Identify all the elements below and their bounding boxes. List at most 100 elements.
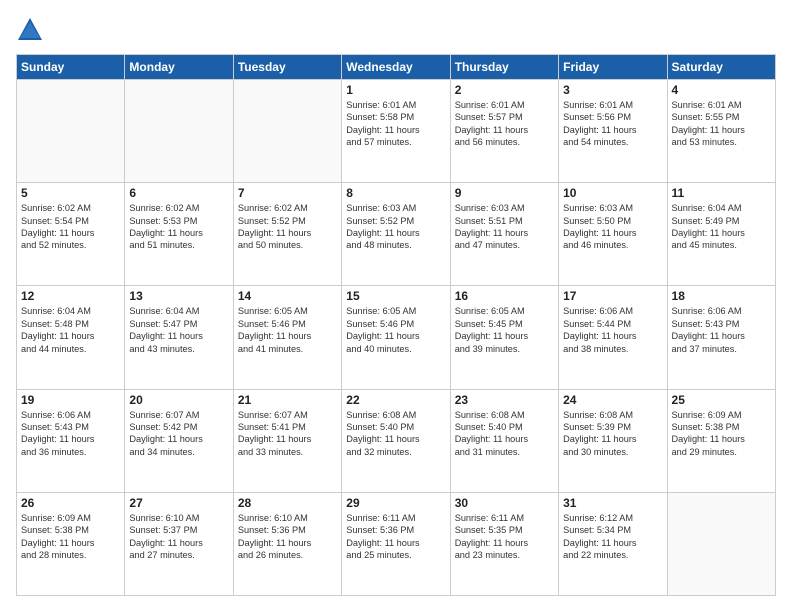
calendar-cell: 19 Sunrise: 6:06 AM Sunset: 5:43 PM Dayli… [17,389,125,492]
day-number: 28 [238,496,337,510]
calendar-cell: 12 Sunrise: 6:04 AM Sunset: 5:48 PM Dayli… [17,286,125,389]
calendar-cell: 18 Sunrise: 6:06 AM Sunset: 5:43 PM Dayli… [667,286,775,389]
day-info: Sunrise: 6:06 AM Sunset: 5:43 PM Dayligh… [672,305,771,355]
day-number: 26 [21,496,120,510]
day-number: 20 [129,393,228,407]
day-number: 14 [238,289,337,303]
calendar-cell: 27Sunrise: 6:10 AM Sunset: 5:37 PM Dayli… [125,492,233,595]
day-number: 16 [455,289,554,303]
day-info: Sunrise: 6:07 AM Sunset: 5:42 PM Dayligh… [129,409,228,459]
day-number: 6 [129,186,228,200]
day-info: Sunrise: 6:05 AM Sunset: 5:46 PM Dayligh… [238,305,337,355]
day-number: 12 [21,289,120,303]
day-number: 29 [346,496,445,510]
day-info: Sunrise: 6:12 AM Sunset: 5:34 PM Dayligh… [563,512,662,562]
calendar-cell: 30 Sunrise: 6:11 AM Sunset: 5:35 PM Dayli… [450,492,558,595]
logo-icon [16,16,44,44]
day-info: Sunrise: 6:05 AM Sunset: 5:45 PM Dayligh… [455,305,554,355]
day-info: Sunrise: 6:05 AM Sunset: 5:46 PM Dayligh… [346,305,445,355]
calendar-cell: 15 Sunrise: 6:05 AM Sunset: 5:46 PM Dayli… [342,286,450,389]
day-info: Sunrise: 6:08 AM Sunset: 5:40 PM Dayligh… [346,409,445,459]
day-number: 27 [129,496,228,510]
day-number: 11 [672,186,771,200]
day-info: Sunrise: 6:06 AM Sunset: 5:43 PM Dayligh… [21,409,120,459]
calendar-cell: 1 Sunrise: 6:01 AM Sunset: 5:58 PM Daylig… [342,80,450,183]
weekday-header: Thursday [450,55,558,80]
day-info: Sunrise: 6:01 AM Sunset: 5:55 PM Dayligh… [672,99,771,149]
calendar-cell: 28 Sunrise: 6:10 AM Sunset: 5:36 PM Dayli… [233,492,341,595]
calendar-cell: 14 Sunrise: 6:05 AM Sunset: 5:46 PM Dayli… [233,286,341,389]
calendar-cell: 22 Sunrise: 6:08 AM Sunset: 5:40 PM Dayli… [342,389,450,492]
day-info: Sunrise: 6:06 AM Sunset: 5:44 PM Dayligh… [563,305,662,355]
day-info: Sunrise: 6:02 AM Sunset: 5:54 PM Dayligh… [21,202,120,252]
calendar-cell: 9 Sunrise: 6:03 AM Sunset: 5:51 PM Daylig… [450,183,558,286]
day-number: 22 [346,393,445,407]
day-info: Sunrise: 6:01 AM Sunset: 5:58 PM Dayligh… [346,99,445,149]
day-number: 7 [238,186,337,200]
calendar-cell: 3Sunrise: 6:01 AM Sunset: 5:56 PM Daylig… [559,80,667,183]
calendar-cell: 29 Sunrise: 6:11 AM Sunset: 5:36 PM Dayli… [342,492,450,595]
day-number: 24 [563,393,662,407]
calendar-cell [125,80,233,183]
day-number: 8 [346,186,445,200]
day-info: Sunrise: 6:11 AM Sunset: 5:35 PM Dayligh… [455,512,554,562]
day-number: 4 [672,83,771,97]
calendar-cell: 7 Sunrise: 6:02 AM Sunset: 5:52 PM Daylig… [233,183,341,286]
calendar-cell: 10 Sunrise: 6:03 AM Sunset: 5:50 PM Dayli… [559,183,667,286]
day-number: 13 [129,289,228,303]
day-info: Sunrise: 6:04 AM Sunset: 5:48 PM Dayligh… [21,305,120,355]
day-info: Sunrise: 6:08 AM Sunset: 5:40 PM Dayligh… [455,409,554,459]
calendar-cell: 6 Sunrise: 6:02 AM Sunset: 5:53 PM Daylig… [125,183,233,286]
weekday-header: Sunday [17,55,125,80]
header [16,16,776,44]
day-info: Sunrise: 6:04 AM Sunset: 5:47 PM Dayligh… [129,305,228,355]
day-number: 19 [21,393,120,407]
calendar-week-row: 19 Sunrise: 6:06 AM Sunset: 5:43 PM Dayli… [17,389,776,492]
day-number: 10 [563,186,662,200]
calendar-cell [233,80,341,183]
calendar-cell: 2 Sunrise: 6:01 AM Sunset: 5:57 PM Daylig… [450,80,558,183]
day-info: Sunrise: 6:02 AM Sunset: 5:52 PM Dayligh… [238,202,337,252]
calendar-cell: 8Sunrise: 6:03 AM Sunset: 5:52 PM Daylig… [342,183,450,286]
calendar-week-row: 26Sunrise: 6:09 AM Sunset: 5:38 PM Dayli… [17,492,776,595]
calendar-cell [17,80,125,183]
day-info: Sunrise: 6:08 AM Sunset: 5:39 PM Dayligh… [563,409,662,459]
day-number: 5 [21,186,120,200]
day-number: 23 [455,393,554,407]
day-number: 2 [455,83,554,97]
day-number: 9 [455,186,554,200]
weekday-header-row: SundayMondayTuesdayWednesdayThursdayFrid… [17,55,776,80]
day-info: Sunrise: 6:01 AM Sunset: 5:57 PM Dayligh… [455,99,554,149]
day-info: Sunrise: 6:09 AM Sunset: 5:38 PM Dayligh… [672,409,771,459]
calendar-cell: 21Sunrise: 6:07 AM Sunset: 5:41 PM Dayli… [233,389,341,492]
day-info: Sunrise: 6:10 AM Sunset: 5:36 PM Dayligh… [238,512,337,562]
calendar-week-row: 5 Sunrise: 6:02 AM Sunset: 5:54 PM Daylig… [17,183,776,286]
day-number: 1 [346,83,445,97]
day-number: 18 [672,289,771,303]
weekday-header: Tuesday [233,55,341,80]
calendar-body: 1 Sunrise: 6:01 AM Sunset: 5:58 PM Daylig… [17,80,776,596]
day-info: Sunrise: 6:11 AM Sunset: 5:36 PM Dayligh… [346,512,445,562]
calendar-cell: 24 Sunrise: 6:08 AM Sunset: 5:39 PM Dayli… [559,389,667,492]
calendar-cell: 23 Sunrise: 6:08 AM Sunset: 5:40 PM Dayli… [450,389,558,492]
day-number: 17 [563,289,662,303]
day-number: 15 [346,289,445,303]
weekday-header: Saturday [667,55,775,80]
day-number: 25 [672,393,771,407]
day-number: 30 [455,496,554,510]
calendar-cell: 25 Sunrise: 6:09 AM Sunset: 5:38 PM Dayli… [667,389,775,492]
day-info: Sunrise: 6:03 AM Sunset: 5:50 PM Dayligh… [563,202,662,252]
calendar-cell: 11Sunrise: 6:04 AM Sunset: 5:49 PM Dayli… [667,183,775,286]
day-info: Sunrise: 6:07 AM Sunset: 5:41 PM Dayligh… [238,409,337,459]
day-info: Sunrise: 6:02 AM Sunset: 5:53 PM Dayligh… [129,202,228,252]
day-info: Sunrise: 6:03 AM Sunset: 5:51 PM Dayligh… [455,202,554,252]
calendar-week-row: 1 Sunrise: 6:01 AM Sunset: 5:58 PM Daylig… [17,80,776,183]
calendar-table: SundayMondayTuesdayWednesdayThursdayFrid… [16,54,776,596]
calendar-cell [667,492,775,595]
weekday-header: Friday [559,55,667,80]
calendar-cell: 17 Sunrise: 6:06 AM Sunset: 5:44 PM Dayli… [559,286,667,389]
calendar-cell: 16 Sunrise: 6:05 AM Sunset: 5:45 PM Dayli… [450,286,558,389]
calendar-cell: 4 Sunrise: 6:01 AM Sunset: 5:55 PM Daylig… [667,80,775,183]
weekday-header: Wednesday [342,55,450,80]
calendar-cell: 26Sunrise: 6:09 AM Sunset: 5:38 PM Dayli… [17,492,125,595]
